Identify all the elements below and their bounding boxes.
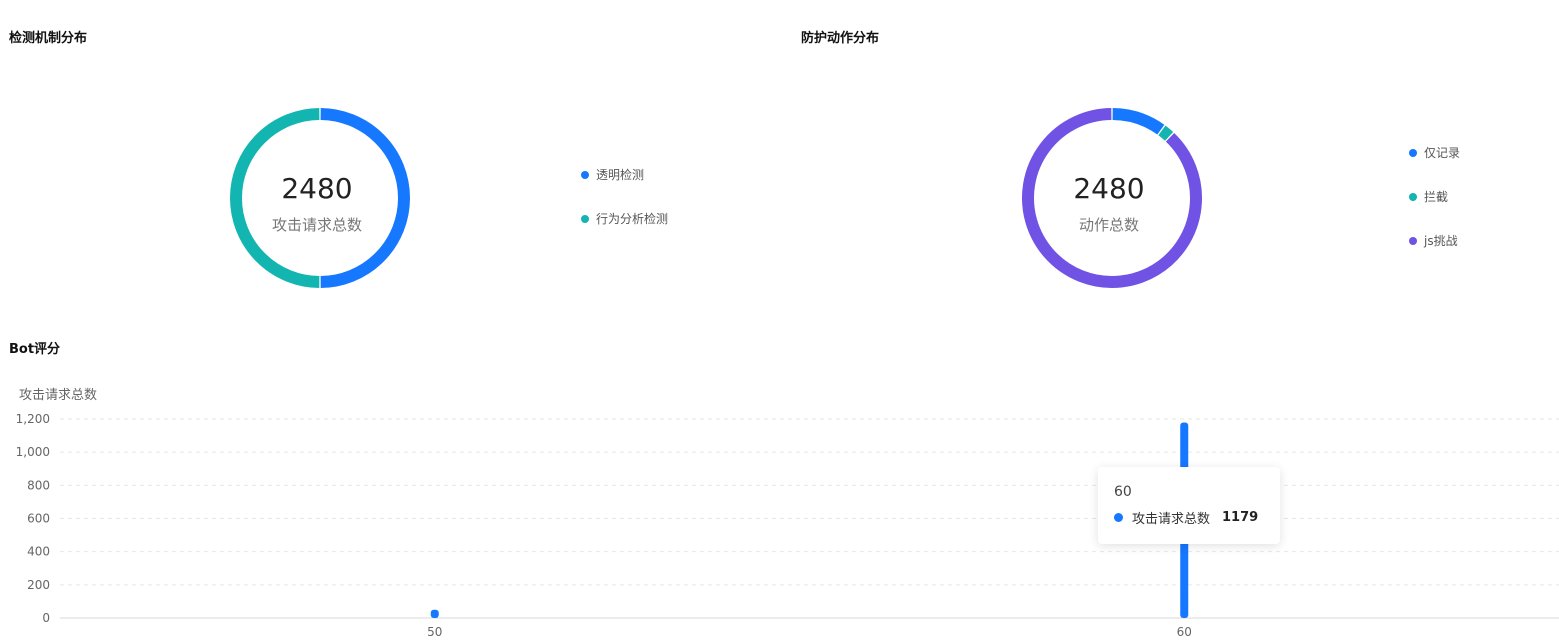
y-axis-ticks: 0 200 400 600 800 1,000 1,200 bbox=[16, 412, 50, 625]
legend-label: 仅记录 bbox=[1424, 146, 1461, 160]
y-tick-label: 400 bbox=[27, 545, 50, 559]
bot-score-bar-chart: 攻击请求总数 0 200 400 600 800 1,000 1,200 50 60 bbox=[16, 388, 1559, 639]
legend-dot bbox=[1409, 236, 1417, 245]
legend-item-transparent-detection[interactable]: 透明检测 bbox=[581, 166, 644, 183]
tooltip-series-name: 攻击请求总数 bbox=[1132, 512, 1211, 527]
detection-section-title: 检测机制分布 bbox=[9, 31, 88, 46]
action-donut-label: 动作总数 bbox=[1079, 216, 1139, 234]
tooltip-value: 1179 bbox=[1222, 510, 1259, 525]
legend-label: 拦截 bbox=[1424, 190, 1449, 204]
y-tick-label: 0 bbox=[42, 611, 50, 625]
legend-dot bbox=[581, 214, 589, 223]
legend-item-js-challenge[interactable]: js挑战 bbox=[1409, 232, 1458, 249]
tooltip-row: 攻击请求总数 1179 bbox=[1114, 508, 1264, 527]
y-tick-label: 200 bbox=[27, 578, 50, 592]
y-tick-label: 600 bbox=[27, 512, 50, 526]
legend-dot bbox=[1409, 192, 1417, 201]
donut-slice-0[interactable] bbox=[1112, 108, 1165, 135]
legend-dot bbox=[581, 170, 589, 179]
bars bbox=[430, 422, 1189, 618]
detection-donut-chart: 2480 攻击请求总数 bbox=[230, 108, 410, 288]
legend-label: js挑战 bbox=[1424, 234, 1458, 248]
legend-label: 透明检测 bbox=[596, 168, 645, 182]
tooltip-title: 60 bbox=[1114, 484, 1132, 500]
x-axis-ticks: 50 60 bbox=[427, 625, 1192, 639]
legend-item-log-only[interactable]: 仅记录 bbox=[1409, 144, 1460, 161]
tooltip-series-dot bbox=[1114, 513, 1123, 522]
action-donut-chart: 2480 动作总数 bbox=[1022, 108, 1202, 288]
legend-label: 行为分析检测 bbox=[596, 212, 669, 226]
x-tick-label: 60 bbox=[1177, 625, 1192, 639]
donut-slice-1[interactable] bbox=[1158, 125, 1174, 141]
x-tick-label: 50 bbox=[427, 625, 442, 639]
bar-50[interactable] bbox=[430, 609, 439, 618]
y-axis-label: 攻击请求总数 bbox=[19, 388, 97, 403]
action-donut-total: 2480 bbox=[1073, 172, 1144, 205]
detection-donut-label: 攻击请求总数 bbox=[272, 216, 362, 234]
detection-donut-total: 2480 bbox=[281, 172, 352, 205]
chart-tooltip: 60 攻击请求总数 1179 bbox=[1098, 467, 1280, 544]
y-tick-label: 800 bbox=[27, 478, 50, 492]
y-tick-label: 1,000 bbox=[16, 445, 50, 459]
bot-section-title: Bot评分 bbox=[9, 342, 61, 357]
grid-lines bbox=[60, 418, 1559, 619]
action-section-title: 防护动作分布 bbox=[801, 31, 880, 46]
y-tick-label: 1,200 bbox=[16, 412, 50, 426]
legend-item-block[interactable]: 拦截 bbox=[1409, 188, 1448, 205]
legend-item-behavior-detection[interactable]: 行为分析检测 bbox=[581, 210, 668, 227]
legend-dot bbox=[1409, 148, 1417, 157]
